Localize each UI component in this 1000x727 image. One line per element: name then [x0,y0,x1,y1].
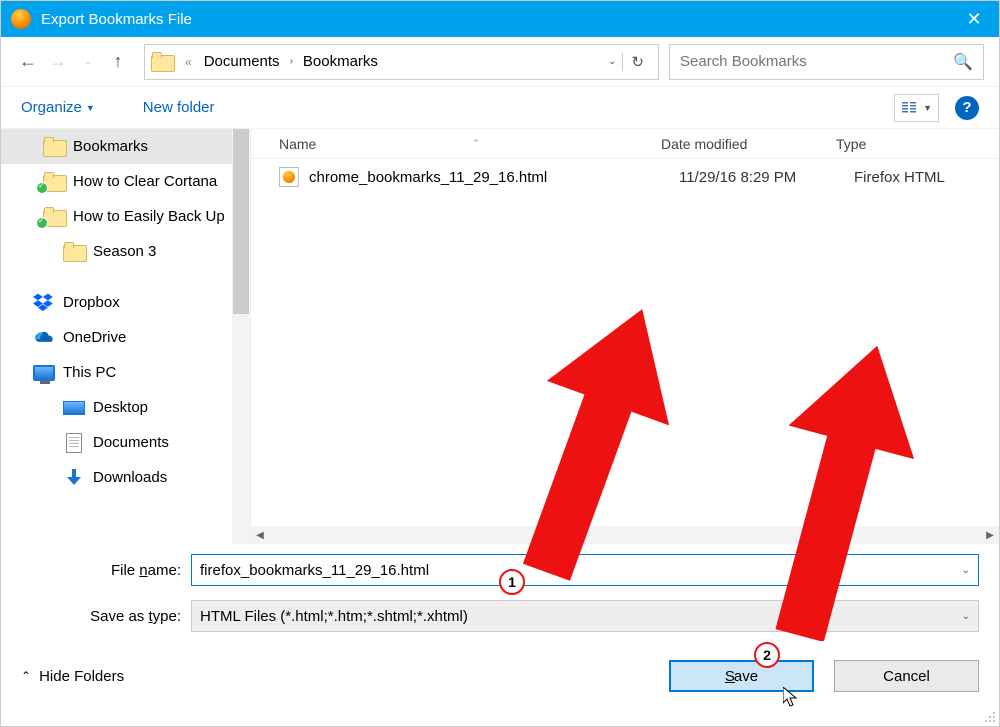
desktop-icon [63,398,85,418]
tree-item-label: Desktop [93,399,148,416]
scroll-left-icon[interactable]: ◀ [251,526,269,544]
breadcrumb-dropdown-icon[interactable]: ⌄ [608,56,616,67]
button-row: ⌃ Hide Folders Save Cancel [1,646,999,706]
organize-menu[interactable]: Organize ▼ [21,99,95,116]
dropdown-icon: ▼ [86,103,95,113]
tree-item-label: This PC [63,364,116,381]
hide-folders-button[interactable]: ⌃ Hide Folders [21,668,124,685]
tree-item-onedrive[interactable]: OneDrive [1,320,250,355]
tree-item-label: Season 3 [93,243,156,260]
tree-item-downloads[interactable]: Downloads [1,460,250,495]
tree-item-label: Downloads [93,469,167,486]
chevron-up-icon: ⌃ [21,669,31,683]
breadcrumb-root-glyph: « [185,55,192,69]
new-folder-button[interactable]: New folder [143,99,215,116]
cancel-button[interactable]: Cancel [834,660,979,692]
file-row[interactable]: chrome_bookmarks_11_29_16.html11/29/16 8… [251,159,999,195]
dropdown-icon[interactable]: ⌄ [962,611,970,622]
dropdown-icon[interactable]: ⌄ [962,565,970,576]
view-icon [901,100,917,116]
filename-label: File name: [21,562,191,579]
tree-item-desktop[interactable]: Desktop [1,390,250,425]
onedrive-icon [33,328,55,348]
tree-scrollbar[interactable] [232,129,250,544]
tree-item-how-to-clear-cortana[interactable]: How to Clear Cortana [1,164,250,199]
dropbox-icon [33,293,55,313]
address-bar[interactable]: « Documents › Bookmarks ⌄ ↻ [144,44,659,80]
breadcrumb-bookmarks[interactable]: Bookmarks [303,53,378,70]
tree-spacer [1,269,250,285]
firefox-icon [11,9,31,29]
column-name[interactable]: Name ⌃ [251,136,661,152]
search-box[interactable]: 🔍 [669,44,984,80]
file-list: Name ⌃ Date modified Type chrome_bookmar… [251,129,999,544]
savetype-value: HTML Files (*.html;*.htm;*.shtml;*.xhtml… [200,608,956,625]
view-button[interactable]: ▼ [894,94,939,122]
folder-icon [151,52,173,72]
history-dropdown[interactable]: ⌄ [76,50,100,74]
back-button[interactable]: ← [16,50,40,74]
search-icon[interactable]: 🔍 [953,52,973,72]
cursor-icon [783,687,801,714]
tree-scrollbar-thumb[interactable] [233,129,249,314]
filename-input[interactable] [200,562,956,579]
up-button[interactable]: ↑ [106,50,130,74]
horizontal-scrollbar[interactable]: ◀ ▶ [251,526,999,544]
close-button[interactable]: ✕ [949,1,999,37]
search-input[interactable] [680,53,953,70]
command-bar: Organize ▼ New folder ▼ ? [1,87,999,129]
tree-item-label: Bookmarks [73,138,148,155]
filename-combo[interactable]: ⌄ [191,554,979,586]
tree-item-season-3[interactable]: Season 3 [1,234,250,269]
window-title: Export Bookmarks File [41,11,192,28]
breadcrumb[interactable]: « Documents › Bookmarks [179,53,608,70]
pc-icon [33,363,55,383]
tree-item-documents[interactable]: Documents [1,425,250,460]
resize-grip-icon[interactable] [983,710,995,722]
main-area: Bookmarks How to Clear Cortana How to Easi… [1,129,999,544]
folder-icon [43,137,65,157]
breadcrumb-separator-icon: › [290,56,293,67]
file-type: Firefox HTML [854,169,999,186]
file-date: 11/29/16 8:29 PM [679,169,854,186]
tree-item-dropbox[interactable]: Dropbox [1,285,250,320]
titlebar: Export Bookmarks File ✕ [1,1,999,37]
file-items[interactable]: chrome_bookmarks_11_29_16.html11/29/16 8… [251,159,999,526]
nav-toolbar: ← → ⌄ ↑ « Documents › Bookmarks ⌄ ↻ 🔍 [1,37,999,87]
tree-item-how-to-easily-back-up[interactable]: How to Easily Back Up [1,199,250,234]
documents-icon [63,433,85,453]
folder-icon [63,242,85,262]
tree-item-label: How to Easily Back Up [73,208,225,225]
savetype-label: Save as type: [21,608,191,625]
scroll-right-icon[interactable]: ▶ [981,526,999,544]
sync-badge-icon [36,182,48,194]
scroll-track[interactable] [269,526,981,544]
sync-badge-icon [36,217,48,229]
sort-ascending-icon: ⌃ [472,138,480,149]
refresh-button[interactable]: ↻ [622,53,652,71]
save-panel: File name: ⌄ Save as type: HTML Files (*… [1,544,999,632]
help-button[interactable]: ? [955,96,979,120]
nav-tree[interactable]: Bookmarks How to Clear Cortana How to Easi… [1,129,251,544]
hide-folders-label: Hide Folders [39,668,124,685]
column-headers[interactable]: Name ⌃ Date modified Type [251,129,999,159]
downloads-icon [63,468,85,488]
dropdown-icon: ▼ [923,103,932,113]
html-file-icon [279,167,299,187]
tree-item-label: Documents [93,434,169,451]
tree-item-bookmarks[interactable]: Bookmarks [1,129,250,164]
column-name-label: Name [279,136,316,152]
savetype-combo[interactable]: HTML Files (*.html;*.htm;*.shtml;*.xhtml… [191,600,979,632]
tree-item-label: OneDrive [63,329,126,346]
tree-item-label: Dropbox [63,294,120,311]
file-name: chrome_bookmarks_11_29_16.html [309,169,679,186]
column-type[interactable]: Type [836,136,999,152]
column-date[interactable]: Date modified [661,136,836,152]
breadcrumb-documents[interactable]: Documents [204,53,280,70]
organize-label: Organize [21,99,82,116]
tree-item-label: How to Clear Cortana [73,173,217,190]
tree-item-this-pc[interactable]: This PC [1,355,250,390]
forward-button[interactable]: → [46,50,70,74]
